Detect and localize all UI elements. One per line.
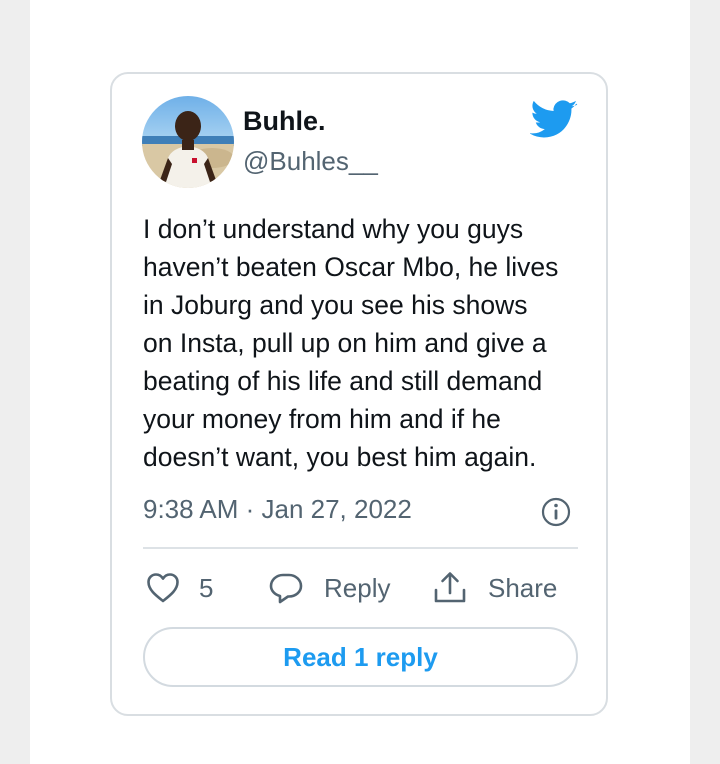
info-icon[interactable] (540, 496, 572, 528)
tweet-text-line: beating of his life and still demand (143, 366, 543, 396)
like-count: 5 (199, 572, 214, 603)
tweet-text-line: haven’t beaten Oscar Mbo, he lives (143, 252, 559, 282)
avatar[interactable] (142, 96, 234, 188)
tweet-text-line: your money from him and if he (143, 404, 501, 434)
tweet-timestamp[interactable]: 9:38 AM · Jan 27, 2022 (143, 494, 412, 525)
divider (143, 547, 578, 549)
read-replies-button[interactable]: Read 1 reply (143, 627, 578, 687)
tweet-text: I don’t understand why you guys haven’t … (143, 210, 588, 476)
tweet-text-line: doesn’t want, you best him again. (143, 442, 537, 472)
display-name[interactable]: Buhle. (243, 106, 326, 137)
heart-icon (145, 570, 181, 606)
tweet-text-line: I don’t understand why you guys (143, 214, 524, 244)
speech-bubble-icon (268, 570, 304, 606)
like-button[interactable]: 5 (145, 568, 213, 608)
share-label: Share (488, 572, 558, 603)
tweet-text-line: in Joburg and you see his shows (143, 290, 528, 320)
share-button[interactable]: Share (432, 568, 557, 608)
tweet-text-line: on Insta, pull up on him and give a (143, 328, 547, 358)
reply-label: Reply (324, 572, 391, 603)
share-upload-icon (432, 570, 468, 606)
reply-button[interactable]: Reply (268, 568, 390, 608)
twitter-bird-icon[interactable] (529, 100, 578, 140)
user-handle[interactable]: @Buhles__ (243, 146, 378, 177)
